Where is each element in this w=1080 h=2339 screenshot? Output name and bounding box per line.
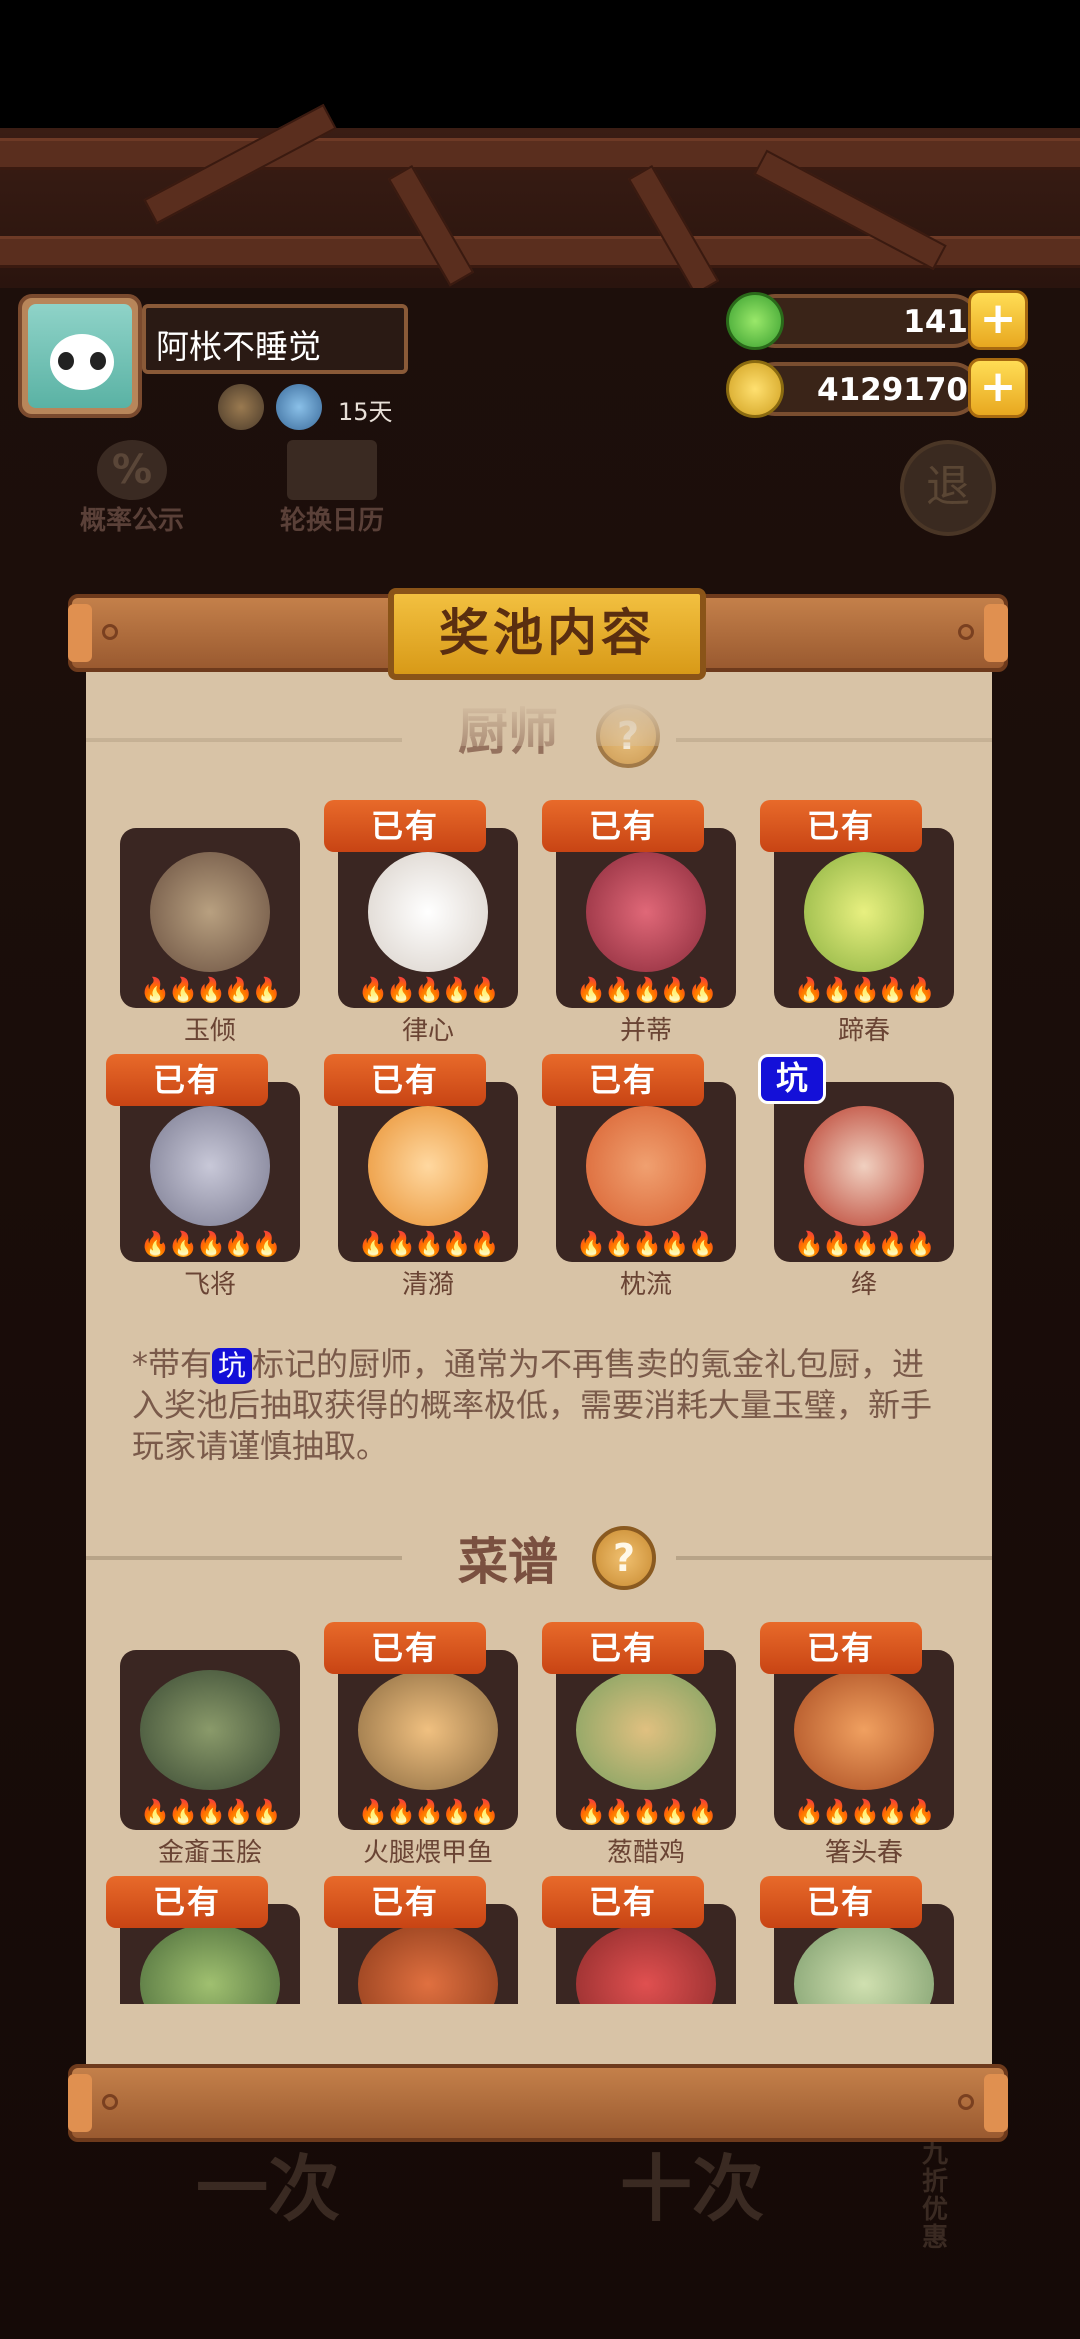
keng-badge: 坑	[758, 1054, 826, 1104]
jade-icon	[726, 292, 784, 350]
chef-name: 飞将	[183, 1270, 236, 1300]
chef-card[interactable]: 🔥🔥🔥🔥🔥	[338, 828, 518, 1008]
recipe-card[interactable]: 🔥🔥🔥🔥🔥	[338, 1650, 518, 1830]
recipe-name: 金齑玉脍	[157, 1838, 262, 1868]
owned-badge: 已有	[324, 1622, 486, 1674]
recipe-section-title: 菜谱	[458, 1533, 558, 1591]
owned-badge: 已有	[106, 1876, 268, 1928]
owned-badge: 已有	[760, 800, 922, 852]
owned-badge: 已有	[760, 1622, 922, 1674]
owned-badge: 已有	[542, 1876, 704, 1928]
status-bar-area	[0, 0, 1080, 128]
chef-name: 清漪	[401, 1270, 454, 1300]
dish-badge-icon	[276, 384, 322, 430]
player-name: 阿枨不睡觉	[142, 304, 408, 374]
chef-card[interactable]: 🔥🔥🔥🔥🔥	[774, 828, 954, 1008]
chef-card[interactable]: 🔥🔥🔥🔥🔥	[338, 1082, 518, 1262]
recipe-name: 葱醋鸡	[606, 1838, 685, 1868]
chef-name: 玉倾	[183, 1016, 236, 1046]
keng-inline-badge: 坑	[212, 1348, 253, 1384]
single-draw-button: 一次	[196, 2147, 341, 2231]
recipe-help-icon[interactable]: ?	[592, 1526, 656, 1590]
chef-card[interactable]: 🔥🔥🔥🔥🔥	[120, 1082, 300, 1262]
owned-badge: 已有	[760, 1876, 922, 1928]
recipe-card[interactable]: 🔥🔥🔥🔥🔥	[556, 1650, 736, 1830]
chef-card[interactable]: 🔥🔥🔥🔥🔥	[774, 1082, 954, 1262]
chef-card[interactable]: 🔥🔥🔥🔥🔥	[120, 828, 300, 1008]
chef-card[interactable]: 🔥🔥🔥🔥🔥	[556, 828, 736, 1008]
owned-badge: 已有	[324, 1876, 486, 1928]
days-counter: 15天	[338, 398, 393, 426]
coin-icon	[726, 360, 784, 418]
add-jade-button[interactable]: +	[968, 290, 1028, 350]
discount-label: 九折优惠	[922, 2139, 949, 2253]
ten-draw-button: 十次	[620, 2147, 765, 2231]
owned-badge: 已有	[542, 1622, 704, 1674]
chef-name: 律心	[401, 1016, 454, 1046]
add-coin-button[interactable]: +	[968, 358, 1028, 418]
roof-beams	[0, 103, 1080, 296]
exit-button[interactable]: 退	[900, 440, 996, 536]
chef-name: 蹄春	[837, 1016, 890, 1046]
calendar-button[interactable]: 轮换日历	[280, 440, 384, 537]
probability-button[interactable]: % 概率公示	[80, 440, 184, 537]
owned-badge: 已有	[106, 1054, 268, 1106]
chef-name: 并蒂	[619, 1016, 672, 1046]
keng-note: *带有坑标记的厨师，通常为不再售卖的氪金礼包厨，进入奖池后抽取获得的概率极低，需…	[132, 1345, 933, 1465]
recipe-name: 火腿煨甲鱼	[362, 1838, 493, 1868]
panel-title: 奖池内容	[388, 588, 706, 680]
scroll-bottom-rod	[68, 2064, 1008, 2142]
chef-name: 绛	[850, 1270, 877, 1300]
owned-badge: 已有	[542, 800, 704, 852]
recipe-card[interactable]: 🔥🔥🔥🔥🔥	[774, 1650, 954, 1830]
owned-badge: 已有	[542, 1054, 704, 1106]
chef-badge-icon	[218, 384, 264, 430]
owned-badge: 已有	[324, 800, 486, 852]
recipe-card[interactable]: 🔥🔥🔥🔥🔥	[120, 1650, 300, 1830]
calendar-icon	[287, 440, 377, 500]
panda-icon	[50, 334, 114, 390]
prize-pool-panel: 厨师 ? 🔥🔥🔥🔥🔥 玉倾 🔥🔥🔥🔥🔥 已有 律心 🔥🔥🔥🔥🔥 已有 并蒂 🔥🔥…	[86, 664, 992, 2064]
chef-card[interactable]: 🔥🔥🔥🔥🔥	[556, 1082, 736, 1262]
player-avatar[interactable]	[18, 294, 142, 418]
chef-name: 枕流	[619, 1270, 672, 1300]
owned-badge: 已有	[324, 1054, 486, 1106]
recipe-name: 箸头春	[824, 1838, 903, 1868]
